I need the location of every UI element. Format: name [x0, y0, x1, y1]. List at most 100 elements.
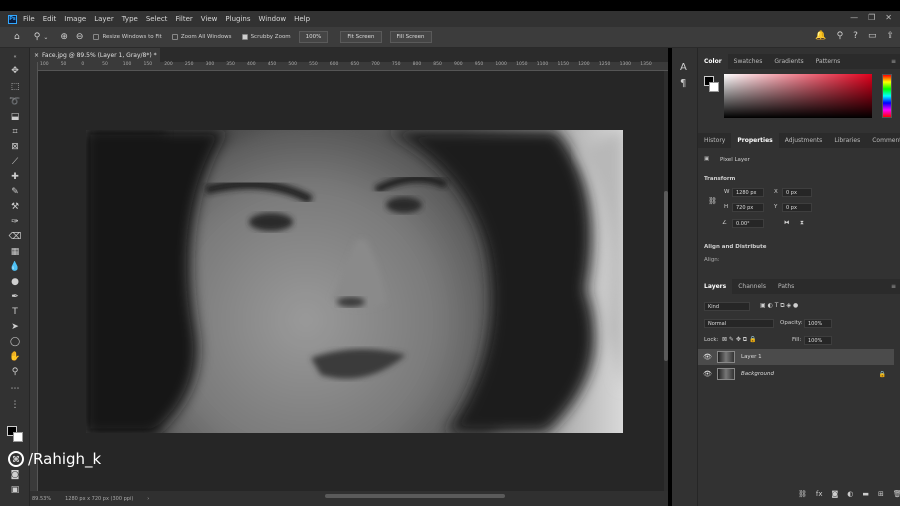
- tab-swatches[interactable]: Swatches: [728, 54, 769, 69]
- panel-menu-icon[interactable]: ≡: [891, 58, 896, 65]
- tab-layers[interactable]: Layers: [698, 279, 733, 294]
- tab-patterns[interactable]: Patterns: [810, 54, 847, 69]
- angle-field[interactable]: 0.00°: [732, 219, 764, 228]
- history-brush-tool-icon[interactable]: ✑: [8, 215, 22, 228]
- menu-image[interactable]: Image: [64, 15, 86, 23]
- tab-paths[interactable]: Paths: [772, 279, 800, 294]
- lasso-tool-icon[interactable]: ➰: [8, 95, 22, 108]
- home-icon[interactable]: ⌂: [14, 32, 20, 42]
- layer-lock-icon[interactable]: 🔒: [879, 371, 886, 378]
- height-field[interactable]: 720 px: [732, 203, 764, 212]
- layer-filter-kind-dropdown[interactable]: Kind: [704, 302, 750, 311]
- eyedropper-tool-icon[interactable]: ⟋: [8, 155, 22, 168]
- object-selection-tool-icon[interactable]: ⬓: [8, 110, 22, 123]
- width-field[interactable]: 1280 px: [732, 188, 764, 197]
- layer-row-layer1[interactable]: 👁 Layer 1: [698, 349, 894, 365]
- layer-style-icon[interactable]: fx: [816, 490, 823, 498]
- zoom-all-windows-checkbox[interactable]: Zoom All Windows: [171, 34, 232, 40]
- add-mask-icon[interactable]: ◙: [832, 490, 839, 498]
- minimize-icon[interactable]: —: [850, 13, 858, 22]
- zoom-tool-icon[interactable]: ⚲: [34, 32, 41, 42]
- tab-gradients[interactable]: Gradients: [768, 54, 809, 69]
- menu-filter[interactable]: Filter: [175, 15, 192, 23]
- tab-comments[interactable]: Comments: [866, 133, 900, 148]
- align-distribute-label[interactable]: Align and Distribute: [704, 244, 766, 250]
- zoom-in-icon[interactable]: ⊕: [60, 32, 68, 42]
- brush-tool-icon[interactable]: ✎: [8, 185, 22, 198]
- toolbar-collapse-icon[interactable]: «: [8, 50, 22, 63]
- close-tab-icon[interactable]: ×: [34, 52, 39, 59]
- transform-section-label[interactable]: Transform: [704, 176, 735, 182]
- fit-screen-button[interactable]: Fit Screen: [340, 31, 382, 43]
- move-tool-icon[interactable]: ✥: [8, 64, 22, 77]
- help-icon[interactable]: ?: [853, 31, 858, 41]
- fill-field[interactable]: 100%: [804, 336, 832, 345]
- eraser-tool-icon[interactable]: ⌫: [8, 230, 22, 243]
- menu-type[interactable]: Type: [122, 15, 138, 23]
- adjustment-layer-icon[interactable]: ◐: [847, 490, 853, 498]
- y-field[interactable]: 0 px: [782, 203, 812, 212]
- color-picker-field[interactable]: [724, 74, 872, 118]
- workspace-icon[interactable]: ▭: [868, 31, 877, 41]
- quick-mask-icon[interactable]: ◙: [8, 468, 22, 481]
- new-group-icon[interactable]: ▬: [862, 490, 869, 498]
- lock-options-icons[interactable]: ⊠ ✎ ✥ ⧉ 🔒: [722, 336, 756, 344]
- search-icon[interactable]: ⚲: [837, 31, 844, 41]
- vertical-scrollbar[interactable]: [664, 71, 668, 491]
- menu-plugins[interactable]: Plugins: [225, 15, 250, 23]
- type-tool-icon[interactable]: T: [8, 305, 22, 318]
- menu-view[interactable]: View: [201, 15, 218, 23]
- layer-row-background[interactable]: 👁 Background 🔒: [698, 366, 894, 382]
- opacity-field[interactable]: 100%: [804, 319, 832, 328]
- pen-tool-icon[interactable]: ✒: [8, 290, 22, 303]
- zoom-out-icon[interactable]: ⊖: [76, 32, 84, 42]
- edit-toolbar-icon[interactable]: ⋮: [8, 398, 22, 411]
- tab-adjustments[interactable]: Adjustments: [779, 133, 829, 148]
- restore-icon[interactable]: ❐: [868, 13, 875, 22]
- crop-tool-icon[interactable]: ⌗: [8, 125, 22, 138]
- gradient-tool-icon[interactable]: ▦: [8, 245, 22, 258]
- horizontal-ruler[interactable]: 100 50 0 50 100 150 200 250 300 350 400 450 500 550 60…: [38, 62, 668, 71]
- tab-channels[interactable]: Channels: [732, 279, 772, 294]
- character-panel-icon[interactable]: A: [680, 62, 687, 73]
- frame-tool-icon[interactable]: ⊠: [8, 140, 22, 153]
- document-tab[interactable]: × Face.jpg @ 89.5% (Layer 1, Gray/8*) *: [30, 48, 160, 62]
- close-window-icon[interactable]: ✕: [885, 13, 892, 22]
- zoom-100-button[interactable]: 100%: [298, 31, 329, 43]
- menu-edit[interactable]: Edit: [43, 15, 57, 23]
- menu-file[interactable]: File: [23, 15, 35, 23]
- status-info-arrow-icon[interactable]: ›: [147, 496, 149, 502]
- menu-help[interactable]: Help: [294, 15, 310, 23]
- share-icon[interactable]: ⇪: [886, 31, 894, 41]
- vertical-ruler[interactable]: [30, 62, 38, 494]
- menu-window[interactable]: Window: [258, 15, 286, 23]
- visibility-eye-icon[interactable]: 👁: [703, 370, 712, 378]
- fill-screen-button[interactable]: Fill Screen: [389, 31, 432, 43]
- dodge-tool-icon[interactable]: ●: [8, 275, 22, 288]
- flip-horizontal-icon[interactable]: ⧓: [784, 220, 790, 226]
- blend-mode-dropdown[interactable]: Normal: [704, 319, 774, 328]
- more-tools-icon[interactable]: ⋯: [8, 382, 22, 395]
- tool-preset-dropdown-icon[interactable]: ⌄: [43, 34, 48, 41]
- tab-history[interactable]: History: [698, 133, 731, 148]
- x-field[interactable]: 0 px: [782, 188, 812, 197]
- blur-tool-icon[interactable]: 💧: [8, 260, 22, 273]
- paragraph-panel-icon[interactable]: ¶: [680, 78, 686, 89]
- color-panel-background-swatch[interactable]: [709, 82, 719, 92]
- link-layers-icon[interactable]: ⛓: [798, 490, 807, 498]
- notifications-icon[interactable]: 🔔: [815, 31, 826, 41]
- layers-menu-icon[interactable]: ≡: [891, 283, 896, 290]
- layer-filter-icons[interactable]: ▣ ◐ T ⧉ ◈ ●: [760, 302, 798, 310]
- tab-properties[interactable]: Properties: [731, 133, 779, 148]
- screen-mode-icon[interactable]: ▣: [8, 483, 22, 496]
- ellipse-tool-icon[interactable]: ◯: [8, 335, 22, 348]
- flip-vertical-icon[interactable]: ⧗: [800, 220, 804, 227]
- hue-slider[interactable]: [882, 74, 892, 118]
- zoom-tool-sidebar-icon[interactable]: ⚲: [8, 365, 22, 378]
- canvas-image-face[interactable]: [86, 130, 623, 433]
- path-selection-tool-icon[interactable]: ➤: [8, 320, 22, 333]
- menu-select[interactable]: Select: [146, 15, 168, 23]
- marquee-tool-icon[interactable]: ⬚: [8, 80, 22, 93]
- hand-tool-icon[interactable]: ✋: [8, 350, 22, 363]
- vertical-scroll-thumb[interactable]: [664, 191, 668, 361]
